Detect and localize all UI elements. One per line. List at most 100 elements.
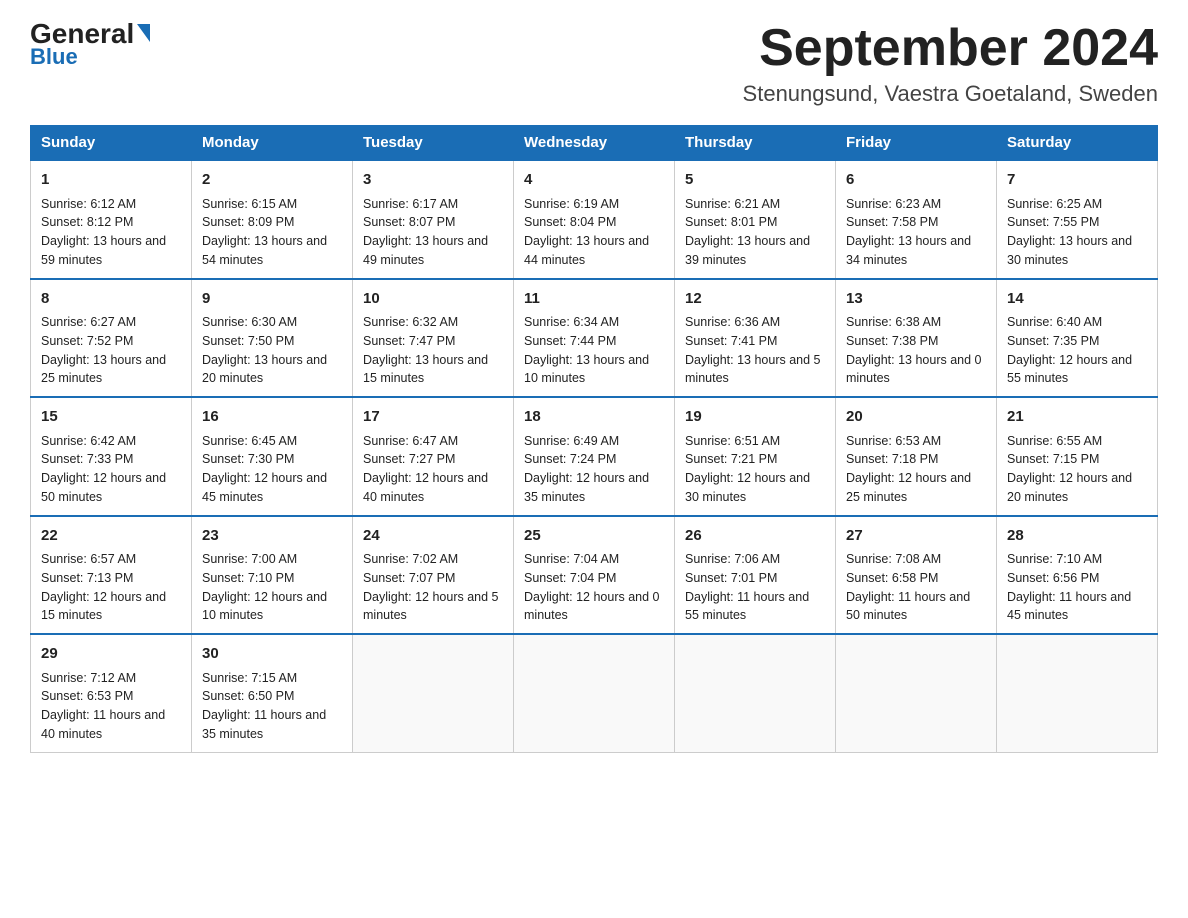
sunset-label: Sunset: 7:44 PM: [524, 334, 616, 348]
header-tuesday: Tuesday: [353, 126, 514, 161]
day-number: 24: [363, 525, 503, 548]
day-number: 25: [524, 525, 664, 548]
table-row: 30 Sunrise: 7:15 AM Sunset: 6:50 PM Dayl…: [192, 634, 353, 752]
sunset-label: Sunset: 7:33 PM: [41, 452, 133, 466]
sunrise-label: Sunrise: 6:38 AM: [846, 315, 941, 329]
table-row: 4 Sunrise: 6:19 AM Sunset: 8:04 PM Dayli…: [514, 160, 675, 279]
table-row: 16 Sunrise: 6:45 AM Sunset: 7:30 PM Dayl…: [192, 397, 353, 516]
table-row: 29 Sunrise: 7:12 AM Sunset: 6:53 PM Dayl…: [31, 634, 192, 752]
day-number: 5: [685, 169, 825, 192]
daylight-label: Daylight: 13 hours and 54 minutes: [202, 234, 327, 267]
daylight-label: Daylight: 11 hours and 45 minutes: [1007, 590, 1131, 623]
daylight-label: Daylight: 12 hours and 55 minutes: [1007, 353, 1132, 386]
table-row: 18 Sunrise: 6:49 AM Sunset: 7:24 PM Dayl…: [514, 397, 675, 516]
daylight-label: Daylight: 12 hours and 10 minutes: [202, 590, 327, 623]
location-subtitle: Stenungsund, Vaestra Goetaland, Sweden: [743, 81, 1158, 107]
sunrise-label: Sunrise: 6:25 AM: [1007, 197, 1102, 211]
sunrise-label: Sunrise: 7:08 AM: [846, 552, 941, 566]
sunrise-label: Sunrise: 6:36 AM: [685, 315, 780, 329]
day-number: 19: [685, 406, 825, 429]
day-number: 4: [524, 169, 664, 192]
calendar-week-row: 15 Sunrise: 6:42 AM Sunset: 7:33 PM Dayl…: [31, 397, 1158, 516]
sunrise-label: Sunrise: 6:53 AM: [846, 434, 941, 448]
sunrise-label: Sunrise: 7:12 AM: [41, 671, 136, 685]
sunrise-label: Sunrise: 6:55 AM: [1007, 434, 1102, 448]
calendar-week-row: 1 Sunrise: 6:12 AM Sunset: 8:12 PM Dayli…: [31, 160, 1158, 279]
table-row: 15 Sunrise: 6:42 AM Sunset: 7:33 PM Dayl…: [31, 397, 192, 516]
sunrise-label: Sunrise: 6:12 AM: [41, 197, 136, 211]
table-row: 14 Sunrise: 6:40 AM Sunset: 7:35 PM Dayl…: [997, 279, 1158, 398]
sunrise-label: Sunrise: 7:04 AM: [524, 552, 619, 566]
day-number: 23: [202, 525, 342, 548]
daylight-label: Daylight: 13 hours and 44 minutes: [524, 234, 649, 267]
sunrise-label: Sunrise: 6:32 AM: [363, 315, 458, 329]
logo: General Blue: [30, 20, 150, 70]
day-number: 3: [363, 169, 503, 192]
day-number: 21: [1007, 406, 1147, 429]
day-number: 20: [846, 406, 986, 429]
sunset-label: Sunset: 7:27 PM: [363, 452, 455, 466]
calendar-table: Sunday Monday Tuesday Wednesday Thursday…: [30, 125, 1158, 753]
sunset-label: Sunset: 7:10 PM: [202, 571, 294, 585]
header-sunday: Sunday: [31, 126, 192, 161]
logo-triangle-icon: [137, 24, 150, 42]
sunrise-label: Sunrise: 6:45 AM: [202, 434, 297, 448]
daylight-label: Daylight: 12 hours and 0 minutes: [524, 590, 660, 623]
day-number: 8: [41, 288, 181, 311]
daylight-label: Daylight: 13 hours and 20 minutes: [202, 353, 327, 386]
table-row: [836, 634, 997, 752]
daylight-label: Daylight: 13 hours and 59 minutes: [41, 234, 166, 267]
table-row: 1 Sunrise: 6:12 AM Sunset: 8:12 PM Dayli…: [31, 160, 192, 279]
table-row: 8 Sunrise: 6:27 AM Sunset: 7:52 PM Dayli…: [31, 279, 192, 398]
daylight-label: Daylight: 13 hours and 5 minutes: [685, 353, 821, 386]
table-row: 9 Sunrise: 6:30 AM Sunset: 7:50 PM Dayli…: [192, 279, 353, 398]
day-number: 18: [524, 406, 664, 429]
sunset-label: Sunset: 7:24 PM: [524, 452, 616, 466]
table-row: 3 Sunrise: 6:17 AM Sunset: 8:07 PM Dayli…: [353, 160, 514, 279]
table-row: [514, 634, 675, 752]
sunrise-label: Sunrise: 7:06 AM: [685, 552, 780, 566]
sunset-label: Sunset: 7:04 PM: [524, 571, 616, 585]
sunset-label: Sunset: 6:53 PM: [41, 689, 133, 703]
sunset-label: Sunset: 8:01 PM: [685, 215, 777, 229]
table-row: 26 Sunrise: 7:06 AM Sunset: 7:01 PM Dayl…: [675, 516, 836, 635]
sunset-label: Sunset: 7:35 PM: [1007, 334, 1099, 348]
sunset-label: Sunset: 8:09 PM: [202, 215, 294, 229]
header-thursday: Thursday: [675, 126, 836, 161]
daylight-label: Daylight: 13 hours and 49 minutes: [363, 234, 488, 267]
daylight-label: Daylight: 12 hours and 15 minutes: [41, 590, 166, 623]
sunset-label: Sunset: 7:13 PM: [41, 571, 133, 585]
daylight-label: Daylight: 13 hours and 34 minutes: [846, 234, 971, 267]
daylight-label: Daylight: 11 hours and 50 minutes: [846, 590, 970, 623]
sunrise-label: Sunrise: 6:30 AM: [202, 315, 297, 329]
table-row: 22 Sunrise: 6:57 AM Sunset: 7:13 PM Dayl…: [31, 516, 192, 635]
day-number: 14: [1007, 288, 1147, 311]
table-row: [675, 634, 836, 752]
daylight-label: Daylight: 13 hours and 15 minutes: [363, 353, 488, 386]
day-number: 12: [685, 288, 825, 311]
header-friday: Friday: [836, 126, 997, 161]
table-row: 6 Sunrise: 6:23 AM Sunset: 7:58 PM Dayli…: [836, 160, 997, 279]
table-row: 23 Sunrise: 7:00 AM Sunset: 7:10 PM Dayl…: [192, 516, 353, 635]
daylight-label: Daylight: 12 hours and 20 minutes: [1007, 471, 1132, 504]
daylight-label: Daylight: 13 hours and 0 minutes: [846, 353, 982, 386]
sunset-label: Sunset: 7:52 PM: [41, 334, 133, 348]
day-number: 29: [41, 643, 181, 666]
sunrise-label: Sunrise: 6:42 AM: [41, 434, 136, 448]
day-number: 30: [202, 643, 342, 666]
sunset-label: Sunset: 6:58 PM: [846, 571, 938, 585]
day-number: 26: [685, 525, 825, 548]
header-wednesday: Wednesday: [514, 126, 675, 161]
daylight-label: Daylight: 13 hours and 39 minutes: [685, 234, 810, 267]
day-number: 15: [41, 406, 181, 429]
sunset-label: Sunset: 8:04 PM: [524, 215, 616, 229]
day-number: 1: [41, 169, 181, 192]
sunrise-label: Sunrise: 6:15 AM: [202, 197, 297, 211]
daylight-label: Daylight: 11 hours and 35 minutes: [202, 708, 326, 741]
sunrise-label: Sunrise: 6:47 AM: [363, 434, 458, 448]
day-number: 6: [846, 169, 986, 192]
daylight-label: Daylight: 12 hours and 30 minutes: [685, 471, 810, 504]
daylight-label: Daylight: 13 hours and 10 minutes: [524, 353, 649, 386]
day-number: 10: [363, 288, 503, 311]
sunrise-label: Sunrise: 6:17 AM: [363, 197, 458, 211]
